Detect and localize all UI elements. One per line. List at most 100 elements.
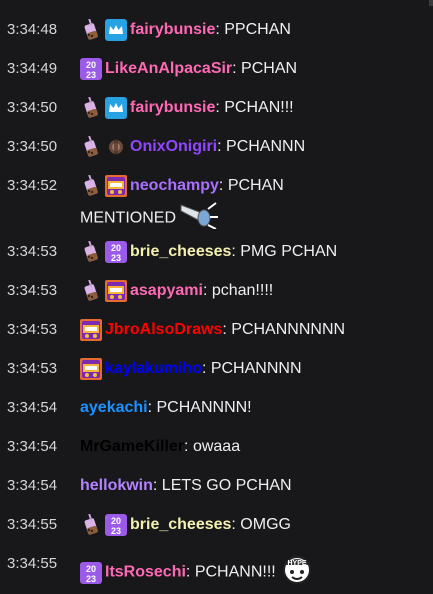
message-body: asapyami: pchan!!!! [80,278,419,304]
badge-list: 20 23 [80,561,105,584]
username[interactable]: neochampy [130,177,219,194]
message-body: kaylakumiho: PCHANNNN [80,356,419,382]
username[interactable]: kaylakumiho [105,360,202,377]
svg-text:23: 23 [111,526,121,536]
message-text: PPCHAN [224,21,291,38]
boba-badge-icon[interactable] [80,240,102,263]
username[interactable]: fairybunsie [130,21,215,38]
timestamp: 3:34:53 [7,243,58,260]
badge-list [80,96,130,119]
timestamp: 3:34:50 [7,138,58,155]
timestamp: 3:34:55 [7,555,58,572]
num-badge-icon[interactable]: 20 23 [80,561,102,584]
timestamp: 3:34:53 [7,282,58,299]
message-text: PCHANNNN! [156,399,252,416]
timestamp: 3:34:48 [7,21,58,38]
hype-emote[interactable]: HYPE [280,551,314,594]
boba-badge-icon[interactable] [80,96,102,119]
colon-separator: : [218,177,228,194]
message-body: ayekachi: PCHANNNN! [80,395,419,421]
message-text: PMG PCHAN [240,243,338,260]
tv-badge-icon[interactable] [105,279,127,302]
scrollbar[interactable] [429,0,433,6]
svg-text:20: 20 [111,516,121,526]
message-text: PCHANN!!! [194,563,276,581]
boba-badge-icon[interactable] [80,135,102,158]
username[interactable]: hellokwin [80,477,153,494]
boba-badge-icon[interactable] [80,513,102,536]
timestamp: 3:34:50 [7,99,58,116]
svg-text:HYPE: HYPE [287,560,306,567]
svg-text:23: 23 [86,574,96,584]
num-badge-icon[interactable]: 20 23 [105,240,127,263]
message-body: fairybunsie: PCHAN!!! [80,95,419,121]
badge-list [80,318,105,341]
badge-list: 20 23 [80,513,130,536]
badge-list [80,357,105,380]
colon-separator: : [231,243,241,260]
timestamp: 3:34:54 [7,399,58,416]
num-badge-icon[interactable]: 20 23 [80,57,102,80]
username[interactable]: brie_cheeses [130,516,231,533]
badge-list [80,135,130,158]
colon-separator: : [222,321,232,338]
username[interactable]: LikeAnAlpacaSir [105,60,232,77]
crown-badge-icon[interactable] [105,18,127,41]
colon-separator: : [202,282,212,299]
message-text: PCHANNN [226,138,306,155]
message-body: OnixOnigiri: PCHANNN [80,134,419,160]
boba-badge-icon[interactable] [80,18,102,41]
badge-list [80,279,130,302]
colon-separator: : [147,399,157,416]
message-text: LETS GO PCHAN [161,477,292,494]
message-text: PCHANNNN [210,360,302,377]
crown-badge-icon[interactable] [105,96,127,119]
boba-badge-icon[interactable] [80,174,102,197]
message-body: neochampy: PCHAN [80,173,419,199]
message-body: fairybunsie: PPCHAN [80,17,419,43]
message-text: owaaa [192,438,241,455]
svg-text:20: 20 [86,564,96,574]
chat-log: 3:34:48 fairybunsie: PPCHAN 3:34:49 20 23 Lik… [0,0,433,586]
message-text: PCHAN!!! [224,99,294,116]
choco-badge-icon[interactable] [105,136,127,158]
message-body: JbroAlsoDraws: PCHANNNNNN [80,317,419,343]
svg-text:20: 20 [86,60,96,70]
colon-separator: : [231,516,241,533]
badge-list [80,174,130,197]
boba-badge-icon[interactable] [80,279,102,302]
message-text-continued: MENTIONED [80,199,220,238]
tv-badge-icon[interactable] [80,357,102,380]
message-body: 20 23 LikeAnAlpacaSir: PCHAN [80,56,419,82]
colon-separator: : [215,99,225,116]
colon-separator: : [215,21,225,38]
tv-badge-icon[interactable] [80,318,102,341]
message-text: OMGG [240,516,291,533]
username[interactable]: ItsRosechi [105,564,186,581]
timestamp: 3:34:53 [7,360,58,377]
username[interactable]: fairybunsie [130,99,215,116]
message-body: hellokwin: LETS GO PCHAN [80,473,419,499]
username[interactable]: OnixOnigiri [130,138,217,155]
tv-badge-icon[interactable] [105,174,127,197]
message-body: MrGameKiller: owaaa [80,434,419,460]
username[interactable]: asapyami [130,282,203,299]
message-text: PCHAN [241,60,298,77]
username[interactable]: ayekachi [80,399,148,416]
message-text: PCHANNNNNN [231,321,346,338]
message-text: PCHAN [227,177,284,194]
message-body: 20 23 ItsRosechi: PCHANN!!! HYPE [80,551,419,594]
megaphone-emote[interactable] [178,199,220,238]
svg-text:23: 23 [86,70,96,80]
timestamp: 3:34:52 [7,177,58,194]
username[interactable]: brie_cheeses [130,243,231,260]
num-badge-icon[interactable]: 20 23 [105,513,127,536]
username[interactable]: MrGameKiller [80,438,184,455]
timestamp: 3:34:54 [7,438,58,455]
timestamp: 3:34:55 [7,516,58,533]
colon-separator: : [217,138,227,155]
message-body: 20 23 brie_cheeses: PMG PCHAN [80,239,419,265]
username[interactable]: JbroAlsoDraws [105,321,222,338]
svg-text:20: 20 [111,243,121,253]
colon-separator: : [185,563,195,581]
